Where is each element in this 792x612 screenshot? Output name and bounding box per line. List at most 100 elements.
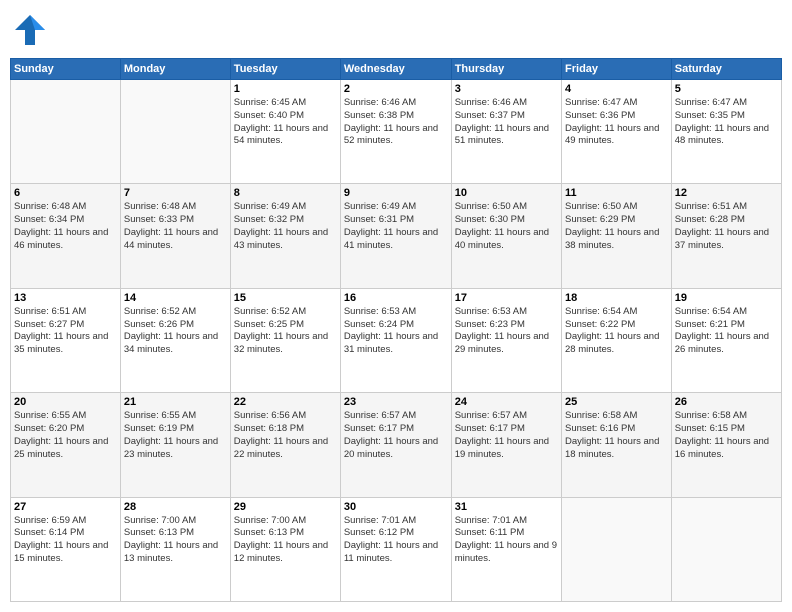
day-cell: 5Sunrise: 6:47 AMSunset: 6:35 PMDaylight… [671, 80, 781, 184]
day-info-line: Sunrise: 7:01 AM [455, 515, 558, 528]
day-info-line: Sunset: 6:15 PM [675, 423, 778, 436]
day-info-line: Sunset: 6:21 PM [675, 319, 778, 332]
day-number: 16 [344, 292, 448, 304]
day-info-line: Sunrise: 6:57 AM [344, 410, 448, 423]
day-info-line: Sunset: 6:14 PM [14, 527, 117, 540]
weekday-header-wednesday: Wednesday [340, 59, 451, 80]
day-cell: 28Sunrise: 7:00 AMSunset: 6:13 PMDayligh… [120, 497, 230, 601]
day-cell: 23Sunrise: 6:57 AMSunset: 6:17 PMDayligh… [340, 393, 451, 497]
day-number: 11 [565, 187, 668, 199]
day-info-line: Daylight: 11 hours and 35 minutes. [14, 331, 117, 357]
day-number: 27 [14, 501, 117, 513]
day-number: 6 [14, 187, 117, 199]
day-cell: 31 Sunrise: 7:01 AMSunset: 6:11 PMDayligh… [451, 497, 561, 601]
day-info-line: Sunrise: 6:54 AM [565, 306, 668, 319]
day-info-line: Sunrise: 6:45 AM [234, 97, 337, 110]
day-number: 20 [14, 396, 117, 408]
day-number: 12 [675, 187, 778, 199]
day-number: 29 [234, 501, 337, 513]
day-info-line: Sunrise: 6:48 AM [124, 201, 227, 214]
day-info-line: Sunrise: 6:46 AM [455, 97, 558, 110]
day-cell: 21Sunrise: 6:55 AMSunset: 6:19 PMDayligh… [120, 393, 230, 497]
day-info-line: Sunset: 6:12 PM [344, 527, 448, 540]
day-number: 22 [234, 396, 337, 408]
day-number: 4 [565, 83, 668, 95]
day-info-line: Daylight: 11 hours and 48 minutes. [675, 123, 778, 149]
weekday-header-friday: Friday [562, 59, 672, 80]
weekday-header-sunday: Sunday [11, 59, 121, 80]
day-number: 1 [234, 83, 337, 95]
day-cell: 8Sunrise: 6:49 AMSunset: 6:32 PMDaylight… [230, 184, 340, 288]
day-info-line: Sunset: 6:35 PM [675, 110, 778, 123]
day-info-line: Daylight: 11 hours and 29 minutes. [455, 331, 558, 357]
day-info-line: Sunset: 6:11 PM [455, 527, 558, 540]
day-info-line: Sunset: 6:22 PM [565, 319, 668, 332]
day-info-line: Sunrise: 6:56 AM [234, 410, 337, 423]
day-cell: 11Sunrise: 6:50 AMSunset: 6:29 PMDayligh… [562, 184, 672, 288]
day-cell [11, 80, 121, 184]
day-info-line: Daylight: 11 hours and 52 minutes. [344, 123, 448, 149]
day-info-line: Daylight: 11 hours and 32 minutes. [234, 331, 337, 357]
day-cell: 20Sunrise: 6:55 AMSunset: 6:20 PMDayligh… [11, 393, 121, 497]
day-info-line: Sunset: 6:31 PM [344, 214, 448, 227]
day-number: 9 [344, 187, 448, 199]
day-info-line: Sunset: 6:37 PM [455, 110, 558, 123]
day-info-line: Sunset: 6:29 PM [565, 214, 668, 227]
day-info-line: Sunrise: 6:52 AM [234, 306, 337, 319]
day-info-line: Daylight: 11 hours and 46 minutes. [14, 227, 117, 253]
page: SundayMondayTuesdayWednesdayThursdayFrid… [0, 0, 792, 612]
day-cell: 6Sunrise: 6:48 AMSunset: 6:34 PMDaylight… [11, 184, 121, 288]
day-cell: 9Sunrise: 6:49 AMSunset: 6:31 PMDaylight… [340, 184, 451, 288]
day-info-line: Sunrise: 6:47 AM [565, 97, 668, 110]
day-cell: 12Sunrise: 6:51 AMSunset: 6:28 PMDayligh… [671, 184, 781, 288]
day-info-line: Sunset: 6:33 PM [124, 214, 227, 227]
day-info-line: Sunrise: 6:58 AM [565, 410, 668, 423]
day-info-line: Daylight: 11 hours and 20 minutes. [344, 436, 448, 462]
day-info-line: Daylight: 11 hours and 44 minutes. [124, 227, 227, 253]
day-cell: 13Sunrise: 6:51 AMSunset: 6:27 PMDayligh… [11, 288, 121, 392]
day-info-line: Daylight: 11 hours and 31 minutes. [344, 331, 448, 357]
day-info-line: Daylight: 11 hours and 38 minutes. [565, 227, 668, 253]
day-info-line: Sunrise: 6:53 AM [344, 306, 448, 319]
day-number: 31 [455, 501, 558, 513]
day-info-line: Sunset: 6:25 PM [234, 319, 337, 332]
day-number: 13 [14, 292, 117, 304]
day-cell: 27Sunrise: 6:59 AMSunset: 6:14 PMDayligh… [11, 497, 121, 601]
day-info-line: Sunset: 6:32 PM [234, 214, 337, 227]
day-info-line: Sunrise: 6:54 AM [675, 306, 778, 319]
day-number: 21 [124, 396, 227, 408]
day-cell: 24Sunrise: 6:57 AMSunset: 6:17 PMDayligh… [451, 393, 561, 497]
day-info-line: Sunrise: 7:00 AM [124, 515, 227, 528]
day-cell: 15Sunrise: 6:52 AMSunset: 6:25 PMDayligh… [230, 288, 340, 392]
day-number: 10 [455, 187, 558, 199]
day-info-line: Sunset: 6:19 PM [124, 423, 227, 436]
day-info-line: Sunrise: 6:52 AM [124, 306, 227, 319]
week-row-4: 20Sunrise: 6:55 AMSunset: 6:20 PMDayligh… [11, 393, 782, 497]
weekday-header-tuesday: Tuesday [230, 59, 340, 80]
day-cell: 10Sunrise: 6:50 AMSunset: 6:30 PMDayligh… [451, 184, 561, 288]
day-info-line: Daylight: 11 hours and 22 minutes. [234, 436, 337, 462]
day-info-line: Sunrise: 6:55 AM [124, 410, 227, 423]
day-number: 28 [124, 501, 227, 513]
day-info-line: Sunset: 6:18 PM [234, 423, 337, 436]
day-info-line: Daylight: 11 hours and 37 minutes. [675, 227, 778, 253]
day-number: 30 [344, 501, 448, 513]
day-info-line: Daylight: 11 hours and 25 minutes. [14, 436, 117, 462]
day-cell: 16Sunrise: 6:53 AMSunset: 6:24 PMDayligh… [340, 288, 451, 392]
weekday-header-thursday: Thursday [451, 59, 561, 80]
day-info-line: Sunset: 6:40 PM [234, 110, 337, 123]
day-info-line: Daylight: 11 hours and 9 minutes. [455, 540, 558, 566]
day-info-line: Sunrise: 6:59 AM [14, 515, 117, 528]
day-info-line: Daylight: 11 hours and 11 minutes. [344, 540, 448, 566]
day-info-line: Daylight: 11 hours and 28 minutes. [565, 331, 668, 357]
weekday-header-row: SundayMondayTuesdayWednesdayThursdayFrid… [11, 59, 782, 80]
day-info-line: Daylight: 11 hours and 43 minutes. [234, 227, 337, 253]
day-number: 18 [565, 292, 668, 304]
day-info-line: Sunset: 6:17 PM [455, 423, 558, 436]
day-info-line: Sunset: 6:34 PM [14, 214, 117, 227]
day-info-line: Daylight: 11 hours and 18 minutes. [565, 436, 668, 462]
day-number: 24 [455, 396, 558, 408]
day-info-line: Sunrise: 6:49 AM [234, 201, 337, 214]
week-row-3: 13Sunrise: 6:51 AMSunset: 6:27 PMDayligh… [11, 288, 782, 392]
week-row-1: 1 Sunrise: 6:45 AMSunset: 6:40 PM Daylight… [11, 80, 782, 184]
